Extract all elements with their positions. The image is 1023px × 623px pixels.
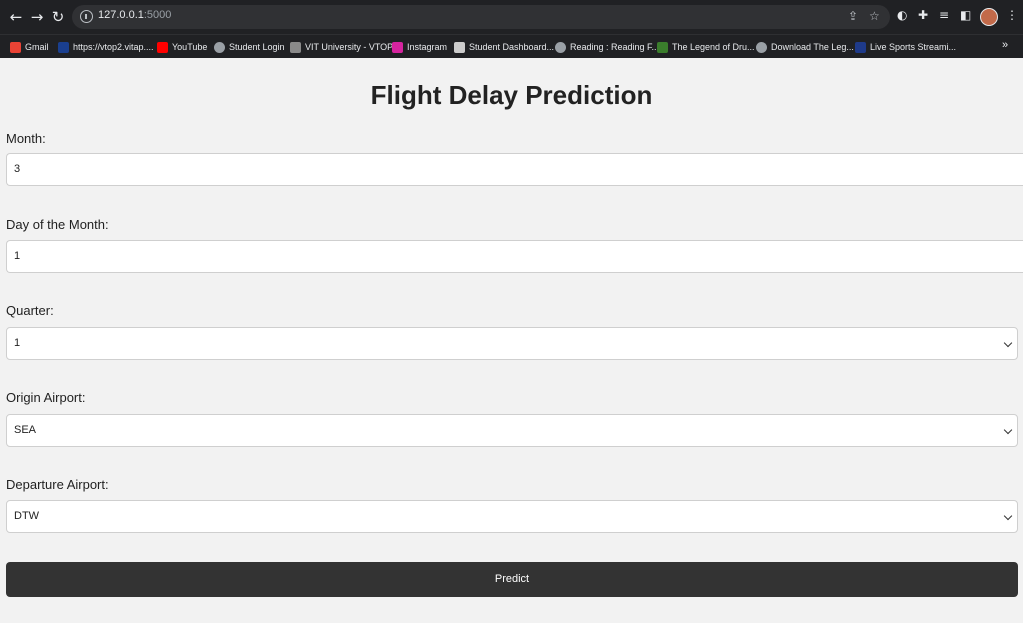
extensions-puzzle-icon[interactable]: ✚ — [918, 8, 928, 22]
day-value: 1 — [14, 250, 21, 262]
back-arrow-icon[interactable]: ← — [6, 7, 26, 27]
day-label: Day of the Month: — [6, 217, 109, 232]
cloud-icon — [454, 41, 465, 53]
vit-logo-icon — [290, 41, 301, 53]
quarter-label: Quarter: — [6, 303, 54, 318]
globe-icon — [555, 41, 566, 53]
page-content: Flight Delay Prediction Month: 3 Day of … — [0, 58, 1023, 623]
predict-button[interactable]: Predict — [6, 562, 1018, 597]
day-input[interactable]: 1 — [6, 240, 1023, 273]
chevron-down-icon — [1003, 511, 1013, 521]
month-input[interactable]: 3 — [6, 153, 1023, 186]
bookmark-gmail[interactable]: Gmail — [10, 40, 49, 54]
bookmark-vit-university[interactable]: VIT University - VTOP — [290, 40, 393, 54]
reload-icon[interactable]: ↻ — [48, 7, 68, 27]
bookmark-download-legend[interactable]: Download The Leg... — [756, 40, 854, 54]
departure-airport-select[interactable]: DTW — [6, 500, 1018, 533]
bookmark-instagram[interactable]: Instagram — [392, 40, 447, 54]
origin-value: SEA — [14, 424, 37, 436]
page-title: Flight Delay Prediction — [370, 80, 653, 110]
bookmark-legend-of-dru[interactable]: The Legend of Dru... — [657, 40, 755, 54]
sports-icon — [855, 41, 866, 53]
month-label: Month: — [6, 131, 46, 146]
site-icon — [657, 41, 668, 53]
forward-arrow-icon[interactable]: → — [27, 7, 47, 27]
chevron-down-icon — [1003, 425, 1013, 435]
url-text: 127.0.0.1:5000 — [98, 9, 172, 21]
origin-airport-select[interactable]: SEA — [6, 414, 1018, 447]
youtube-icon — [157, 41, 168, 53]
globe-icon — [214, 41, 225, 53]
browser-toolbar: ← → ↻ 127.0.0.1:5000 ⇪ ☆ ◐ ✚ ≡ ◧ ⋮ — [0, 0, 1023, 34]
origin-label: Origin Airport: — [6, 390, 86, 405]
address-bar[interactable]: 127.0.0.1:5000 ⇪ ☆ — [72, 5, 890, 29]
departure-value: DTW — [14, 510, 40, 522]
menu-kebab-icon[interactable]: ⋮ — [1006, 8, 1018, 22]
month-value: 3 — [14, 163, 21, 175]
bookmark-vtop2[interactable]: https://vtop2.vitap.... — [58, 40, 154, 54]
chevron-down-icon — [1003, 338, 1013, 348]
share-icon[interactable]: ⇪ — [848, 9, 858, 23]
bookmark-live-sports[interactable]: Live Sports Streami... — [855, 40, 956, 54]
site-info-icon[interactable] — [80, 10, 93, 23]
globe-icon — [756, 41, 767, 53]
bookmark-star-icon[interactable]: ☆ — [869, 9, 880, 23]
gmail-icon — [10, 41, 21, 53]
bookmark-student-dashboard[interactable]: Student Dashboard... — [454, 40, 554, 54]
side-panel-icon[interactable]: ◧ — [960, 8, 971, 22]
departure-label: Departure Airport: — [6, 477, 109, 492]
profile-avatar[interactable] — [980, 8, 998, 26]
reading-list-icon[interactable]: ≡ — [939, 8, 949, 22]
quarter-select[interactable]: 1 — [6, 327, 1018, 360]
extension-icon[interactable]: ◐ — [897, 8, 907, 22]
bookmark-youtube[interactable]: YouTube — [157, 40, 207, 54]
instagram-icon — [392, 41, 403, 53]
bookmarks-bar: Gmail https://vtop2.vitap.... YouTube St… — [0, 34, 1023, 58]
quarter-value: 1 — [14, 337, 21, 349]
bookmark-reading[interactable]: Reading : Reading F... — [555, 40, 659, 54]
vtop-icon — [58, 41, 69, 53]
more-bookmarks-icon[interactable]: » — [1002, 39, 1008, 51]
bookmark-student-login[interactable]: Student Login — [214, 40, 285, 54]
